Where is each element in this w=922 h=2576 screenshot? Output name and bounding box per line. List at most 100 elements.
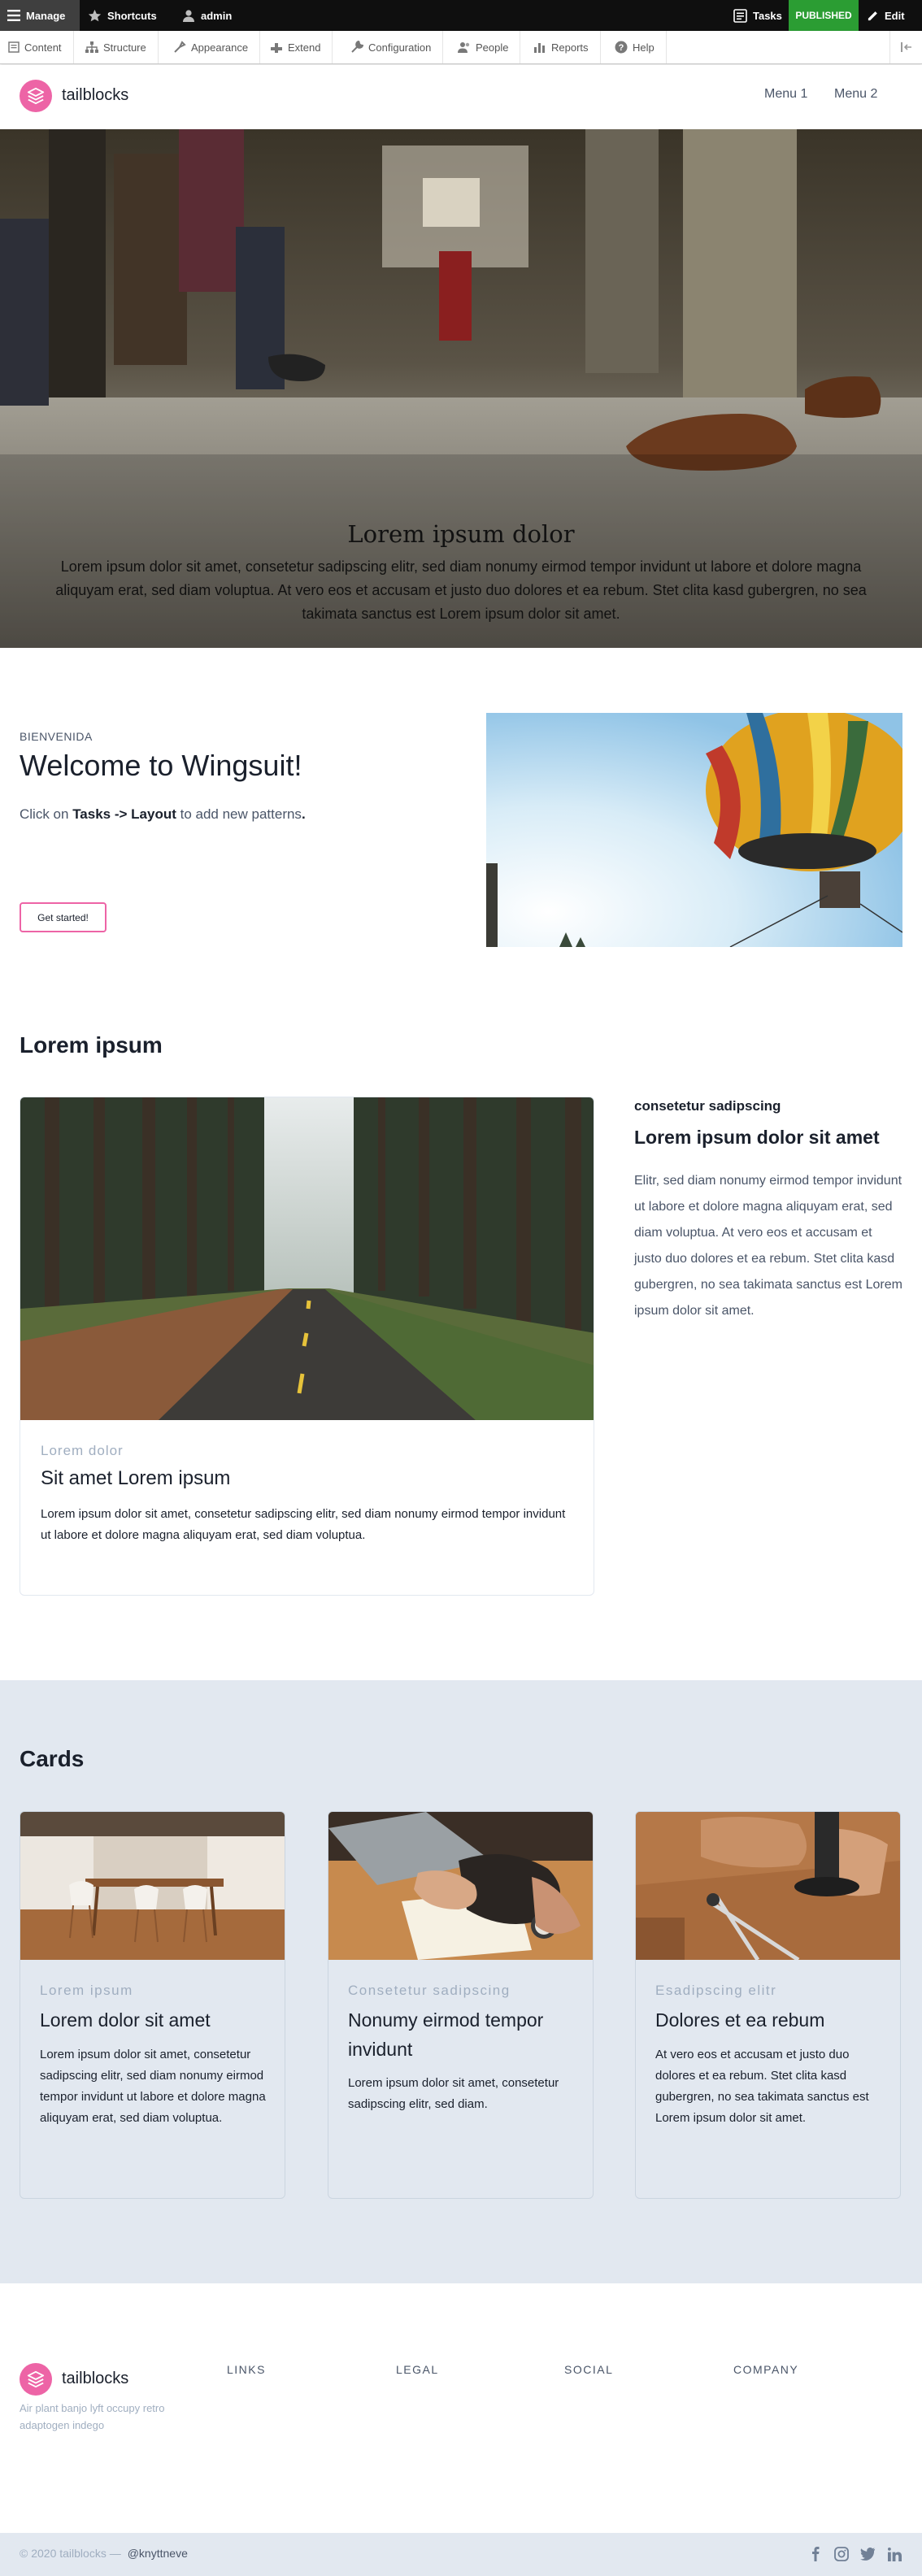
side-subtitle: consetetur sadipscing xyxy=(634,1098,781,1114)
lorem-section-title: Lorem ipsum xyxy=(20,1032,163,1058)
notebook-hands-image xyxy=(328,1812,593,1960)
card-subtitle: Lorem ipsum xyxy=(40,1983,133,1998)
card-2: Consetetur sadipscing Nonumy eirmod temp… xyxy=(328,1811,594,2199)
people-icon xyxy=(458,41,476,54)
nav-menu-2[interactable]: Menu 2 xyxy=(834,87,877,102)
copyright: © 2020 tailblocks — @knyttneve xyxy=(20,2547,188,2560)
reports-icon xyxy=(533,41,551,54)
footer-col-legal: LEGAL xyxy=(396,2363,439,2376)
facebook-icon[interactable] xyxy=(807,2546,824,2562)
card-text: Lorem ipsum dolor sit amet, consetetur s… xyxy=(40,2048,266,2125)
dining-room-image xyxy=(20,1812,285,1960)
tray-label: People xyxy=(476,41,509,54)
nav-menu-1[interactable]: Menu 1 xyxy=(764,87,807,102)
tray-label: Help xyxy=(633,41,655,54)
tray-item-appearance[interactable]: Appearance xyxy=(165,31,261,63)
instagram-icon[interactable] xyxy=(833,2546,850,2562)
tray-item-reports[interactable]: Reports xyxy=(525,31,601,63)
shortcuts-label: Shortcuts xyxy=(107,9,157,22)
card-title: Lorem dolor sit amet xyxy=(40,2009,211,2031)
logo-icon[interactable] xyxy=(20,80,52,112)
feature-card-subtitle: Lorem dolor xyxy=(41,1443,124,1458)
hero-title: Lorem ipsum dolor xyxy=(347,520,575,548)
admin-tray: Content Structure Appearance Extend Conf… xyxy=(0,31,922,64)
footer-col-company: COMPANY xyxy=(733,2363,799,2376)
tray-item-extend[interactable]: Extend xyxy=(262,31,333,63)
tray-item-configuration[interactable]: Configuration xyxy=(342,31,444,63)
help-icon: ? xyxy=(615,41,633,54)
get-started-button[interactable]: Get started! xyxy=(20,902,107,932)
brand-name[interactable]: tailblocks xyxy=(62,86,128,105)
side-text: Elitr, sed diam nonumy eirmod tempor inv… xyxy=(634,1174,902,1318)
user-icon xyxy=(182,9,201,22)
admin-toolbar: Manage Shortcuts admin Tasks PUBLISHED E… xyxy=(0,0,922,31)
hero-text: Lorem ipsum dolor sit amet, consetetur s… xyxy=(55,558,867,622)
balloon-image xyxy=(486,713,902,947)
side-title: Lorem ipsum dolor sit amet xyxy=(634,1127,880,1148)
card-subtitle: Esadipscing elitr xyxy=(655,1983,777,1998)
svg-text:?: ? xyxy=(619,43,624,53)
welcome-text-suffix: to add new patterns xyxy=(176,806,302,822)
tray-label: Extend xyxy=(288,41,321,54)
user-button[interactable]: admin xyxy=(182,0,232,31)
tasks-button[interactable]: Tasks xyxy=(733,0,782,31)
tray-label: Structure xyxy=(103,41,146,54)
content-icon xyxy=(8,41,24,53)
tray-label: Content xyxy=(24,41,62,54)
appearance-icon xyxy=(173,41,191,54)
tray-label: Appearance xyxy=(191,41,249,54)
welcome-text-end: . xyxy=(301,806,306,822)
card-3: Esadipscing elitr Dolores et ea rebum At… xyxy=(635,1811,901,2199)
footer-col-links: LINKS xyxy=(227,2363,266,2376)
welcome-text-prefix: Click on xyxy=(20,806,73,822)
cards-section-title: Cards xyxy=(20,1746,85,1771)
edit-label: Edit xyxy=(885,9,905,22)
card-1: Lorem ipsum Lorem dolor sit amet Lorem i… xyxy=(20,1811,285,2199)
leather-tools-image xyxy=(636,1812,900,1960)
card-subtitle: Consetetur sadipscing xyxy=(348,1983,511,1998)
tray-item-structure[interactable]: Structure xyxy=(77,31,159,63)
copyright-text: © 2020 tailblocks — xyxy=(20,2547,121,2560)
user-label: admin xyxy=(201,9,233,22)
star-icon xyxy=(88,9,107,23)
feature-card-title: Sit amet Lorem ipsum xyxy=(41,1467,231,1489)
welcome-text: Click on Tasks -> Layout to add new patt… xyxy=(20,806,306,823)
structure-icon xyxy=(85,41,103,54)
tray-label: Reports xyxy=(551,41,589,54)
footer-logo-icon[interactable] xyxy=(20,2363,52,2396)
forest-road-image xyxy=(20,1097,594,1420)
hamburger-icon xyxy=(7,10,26,21)
status-label: PUBLISHED xyxy=(795,10,852,21)
shortcuts-button[interactable]: Shortcuts xyxy=(88,0,157,31)
tasks-label: Tasks xyxy=(753,9,782,22)
pencil-icon xyxy=(867,10,885,22)
tray-item-people[interactable]: People xyxy=(450,31,521,63)
tray-item-help[interactable]: ? Help xyxy=(607,31,667,63)
footer-col-social: SOCIAL xyxy=(564,2363,614,2376)
tray-orientation-toggle[interactable] xyxy=(889,31,922,63)
feature-card-text: Lorem ipsum dolor sit amet, consetetur s… xyxy=(41,1507,566,1542)
published-status[interactable]: PUBLISHED xyxy=(789,0,859,31)
twitter-icon[interactable] xyxy=(859,2546,876,2562)
welcome-eyebrow: BIENVENIDA xyxy=(20,730,93,743)
tray-item-content[interactable]: Content xyxy=(0,31,74,63)
footer-handle-link[interactable]: @knyttneve xyxy=(128,2547,188,2560)
welcome-title: Welcome to Wingsuit! xyxy=(20,749,302,782)
card-title: Nonumy eirmod tempor invidunt xyxy=(348,2009,544,2060)
extend-icon xyxy=(270,41,288,54)
footer-brand-name[interactable]: tailblocks xyxy=(62,2370,128,2388)
card-text: At vero eos et accusam et justo duo dolo… xyxy=(655,2048,869,2125)
manage-button[interactable]: Manage xyxy=(0,0,80,31)
sidebar-toggle-icon xyxy=(900,42,912,52)
tasks-icon xyxy=(733,8,753,23)
card-title: Dolores et ea rebum xyxy=(655,2009,825,2031)
manage-label: Manage xyxy=(26,9,66,22)
card-text: Lorem ipsum dolor sit amet, consetetur s… xyxy=(348,2076,559,2111)
linkedin-icon[interactable] xyxy=(886,2546,902,2562)
welcome-text-link: Tasks -> Layout xyxy=(72,806,176,822)
wrench-icon xyxy=(350,41,368,54)
footer-tagline: Air plant banjo lyft occupy retro adapto… xyxy=(20,2402,165,2431)
tray-label: Configuration xyxy=(368,41,432,54)
edit-button[interactable]: Edit xyxy=(867,0,905,31)
feature-card: Lorem dolor Sit amet Lorem ipsum Lorem i… xyxy=(20,1097,594,1596)
